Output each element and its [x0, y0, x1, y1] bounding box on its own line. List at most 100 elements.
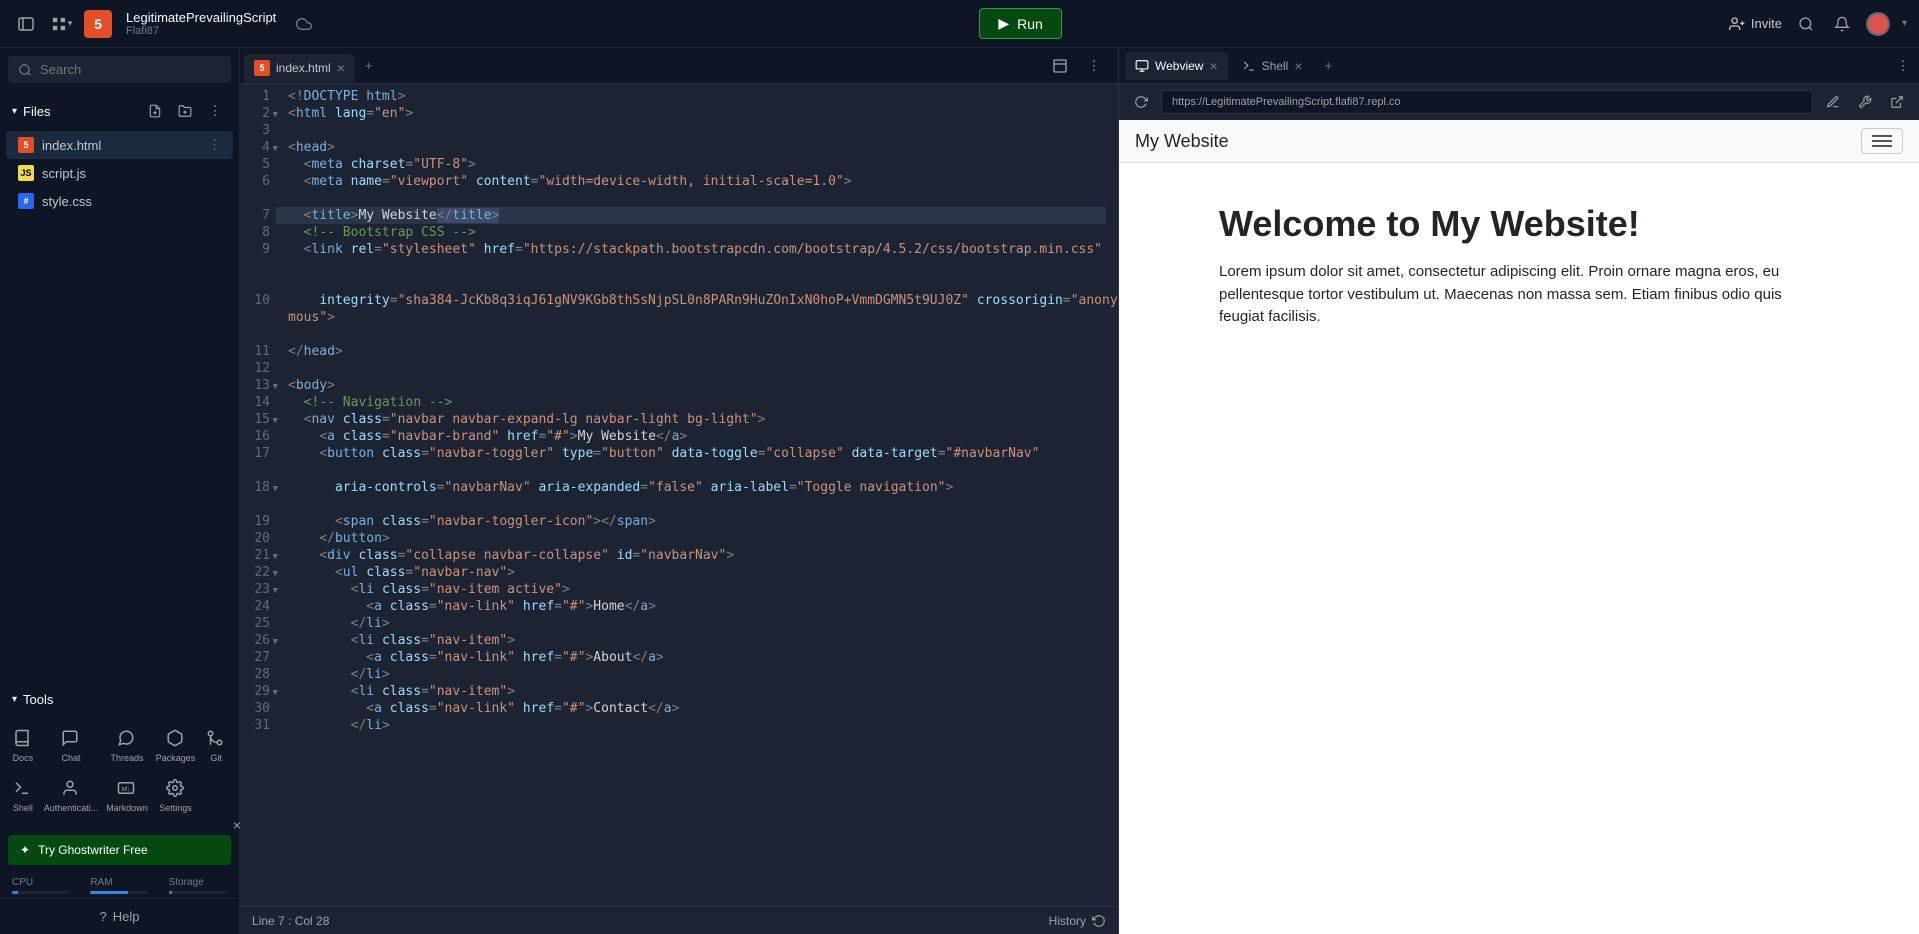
- tab-webview[interactable]: Webview ×: [1125, 52, 1228, 80]
- code-line[interactable]: integrity="sha384-JcKb8q3iqJ61gNV9KGb8th…: [288, 292, 1118, 343]
- tool-authenticati[interactable]: Authenticati...: [42, 773, 101, 819]
- edit-icon[interactable]: [1821, 90, 1845, 114]
- code-content[interactable]: <!DOCTYPE html><html lang="en"> <head> <m…: [276, 84, 1118, 906]
- code-line[interactable]: <body>: [288, 377, 1118, 394]
- line-number: 28: [240, 666, 270, 683]
- tool-settings[interactable]: Settings: [154, 773, 198, 819]
- code-line[interactable]: <!-- Bootstrap CSS -->: [288, 224, 1118, 241]
- storage-label: Storage: [169, 877, 227, 888]
- code-line[interactable]: <button class="navbar-toggler" type="but…: [288, 445, 1118, 479]
- layout-icon[interactable]: [1048, 54, 1072, 78]
- ghostwriter-banner[interactable]: ✦ Try Ghostwriter Free: [8, 835, 231, 865]
- webview-content: My Website Welcome to My Website! Lorem …: [1119, 120, 1919, 934]
- navbar-toggler[interactable]: [1861, 128, 1903, 154]
- code-line[interactable]: <a class="navbar-brand" href="#">My Webs…: [288, 428, 1118, 445]
- file-list: 5index.html⋮JSscript.js#style.css: [0, 131, 239, 215]
- code-line[interactable]: <!-- Navigation -->: [288, 394, 1118, 411]
- code-line[interactable]: <meta charset="UTF-8">: [288, 156, 1118, 173]
- code-line[interactable]: <!DOCTYPE html>: [288, 88, 1118, 105]
- editor-tab-active[interactable]: 5 index.html ×: [244, 54, 355, 82]
- code-line[interactable]: </li>: [288, 615, 1118, 632]
- line-number: 9: [240, 241, 270, 292]
- tool-packages[interactable]: Packages: [154, 723, 198, 769]
- sidebar-search-input[interactable]: [40, 62, 221, 77]
- add-tab-button[interactable]: +: [355, 52, 383, 79]
- history-label[interactable]: History: [1049, 914, 1086, 928]
- preview-pane: Webview × Shell × + ⋮ https://Legitimate…: [1119, 48, 1919, 934]
- invite-button[interactable]: Invite: [1729, 16, 1782, 32]
- file-item-style-css[interactable]: #style.css: [6, 187, 233, 215]
- close-icon[interactable]: ×: [233, 817, 241, 833]
- tab-shell[interactable]: Shell ×: [1232, 52, 1313, 80]
- code-line[interactable]: <li class="nav-item">: [288, 683, 1118, 700]
- code-line[interactable]: <a class="nav-link" href="#">Contact</a>: [288, 700, 1118, 717]
- history-icon[interactable]: [1092, 914, 1106, 928]
- chevron-down-icon[interactable]: ▾: [12, 694, 17, 705]
- new-file-icon[interactable]: [143, 99, 167, 123]
- code-line[interactable]: <span class="navbar-toggler-icon"></span…: [288, 513, 1118, 530]
- add-tab-button[interactable]: +: [1315, 52, 1343, 79]
- code-line[interactable]: <li class="nav-item">: [288, 632, 1118, 649]
- file-more-icon[interactable]: ⋮: [208, 137, 221, 153]
- resource-row: CPU RAM Storage: [0, 873, 239, 898]
- threads-icon: [117, 729, 137, 749]
- avatar-chevron-icon[interactable]: ▾: [1902, 18, 1907, 29]
- tool-markdown[interactable]: M↓Markdown: [104, 773, 150, 819]
- code-line[interactable]: aria-controls="navbarNav" aria-expanded=…: [288, 479, 1118, 513]
- tool-shell[interactable]: Shell: [8, 773, 38, 819]
- open-external-icon[interactable]: [1885, 90, 1909, 114]
- code-line[interactable]: </li>: [288, 666, 1118, 683]
- code-editor[interactable]: 12▼34▼5678910111213▼1415▼161718▼192021▼2…: [240, 84, 1118, 906]
- file-item-index-html[interactable]: 5index.html⋮: [6, 131, 233, 159]
- files-more-icon[interactable]: ⋮: [203, 99, 227, 123]
- editor-statusbar: Line 7 : Col 28 History: [240, 906, 1118, 934]
- new-folder-icon[interactable]: [173, 99, 197, 123]
- chevron-down-icon[interactable]: ▾: [12, 106, 17, 117]
- code-line[interactable]: [288, 360, 1118, 377]
- file-item-script-js[interactable]: JSscript.js: [6, 159, 233, 187]
- tool-label: Authenticati...: [44, 803, 99, 813]
- code-line[interactable]: <a class="nav-link" href="#">About</a>: [288, 649, 1118, 666]
- bell-icon[interactable]: [1830, 12, 1854, 36]
- code-line[interactable]: </li>: [288, 717, 1118, 734]
- help-button[interactable]: ? Help: [0, 898, 239, 934]
- reload-icon[interactable]: [1129, 90, 1153, 114]
- tool-label: Markdown: [106, 803, 148, 813]
- code-line[interactable]: <li class="nav-item active">: [288, 581, 1118, 598]
- avatar[interactable]: [1866, 12, 1890, 36]
- wrench-icon[interactable]: [1853, 90, 1877, 114]
- close-icon[interactable]: ×: [337, 60, 345, 76]
- more-icon[interactable]: ⋮: [1891, 54, 1915, 78]
- code-line[interactable]: <div class="collapse navbar-collapse" id…: [288, 547, 1118, 564]
- code-line[interactable]: <head>: [288, 139, 1118, 156]
- shell-label: Shell: [1262, 59, 1289, 73]
- code-line[interactable]: <nav class="navbar navbar-expand-lg navb…: [288, 411, 1118, 428]
- tool-git[interactable]: Git: [201, 723, 231, 769]
- code-line[interactable]: <a class="nav-link" href="#">Home</a>: [288, 598, 1118, 615]
- sidebar-search[interactable]: [8, 56, 231, 83]
- code-line[interactable]: </button>: [288, 530, 1118, 547]
- panel-toggle-icon[interactable]: [12, 10, 40, 38]
- menu-dropdown[interactable]: ▾: [48, 10, 76, 38]
- search-icon[interactable]: [1794, 12, 1818, 36]
- line-number: 1: [240, 88, 270, 105]
- tool-docs[interactable]: Docs: [8, 723, 38, 769]
- url-input[interactable]: https://LegitimatePrevailingScript.flafi…: [1161, 90, 1813, 114]
- code-line[interactable]: <html lang="en">: [288, 105, 1118, 122]
- code-line[interactable]: <link rel="stylesheet" href="https://sta…: [288, 241, 1118, 292]
- code-line[interactable]: <meta name="viewport" content="width=dev…: [288, 173, 1118, 207]
- project-owner: Flafi87: [126, 25, 276, 37]
- code-line[interactable]: <ul class="navbar-nav">: [288, 564, 1118, 581]
- files-label: Files: [23, 104, 50, 119]
- close-icon[interactable]: ×: [1209, 58, 1217, 74]
- more-icon[interactable]: ⋮: [1082, 54, 1106, 78]
- code-line[interactable]: </head>: [288, 343, 1118, 360]
- code-line[interactable]: [288, 122, 1118, 139]
- topbar: ▾ 5 LegitimatePrevailingScript Flafi87 ▶…: [0, 0, 1919, 48]
- close-icon[interactable]: ×: [1294, 58, 1302, 74]
- tool-threads[interactable]: Threads: [104, 723, 150, 769]
- tool-chat[interactable]: Chat: [42, 723, 101, 769]
- code-line[interactable]: <title>My Website</title>: [276, 207, 1106, 224]
- run-button[interactable]: ▶ Run: [979, 8, 1061, 39]
- preview-brand[interactable]: My Website: [1135, 131, 1229, 152]
